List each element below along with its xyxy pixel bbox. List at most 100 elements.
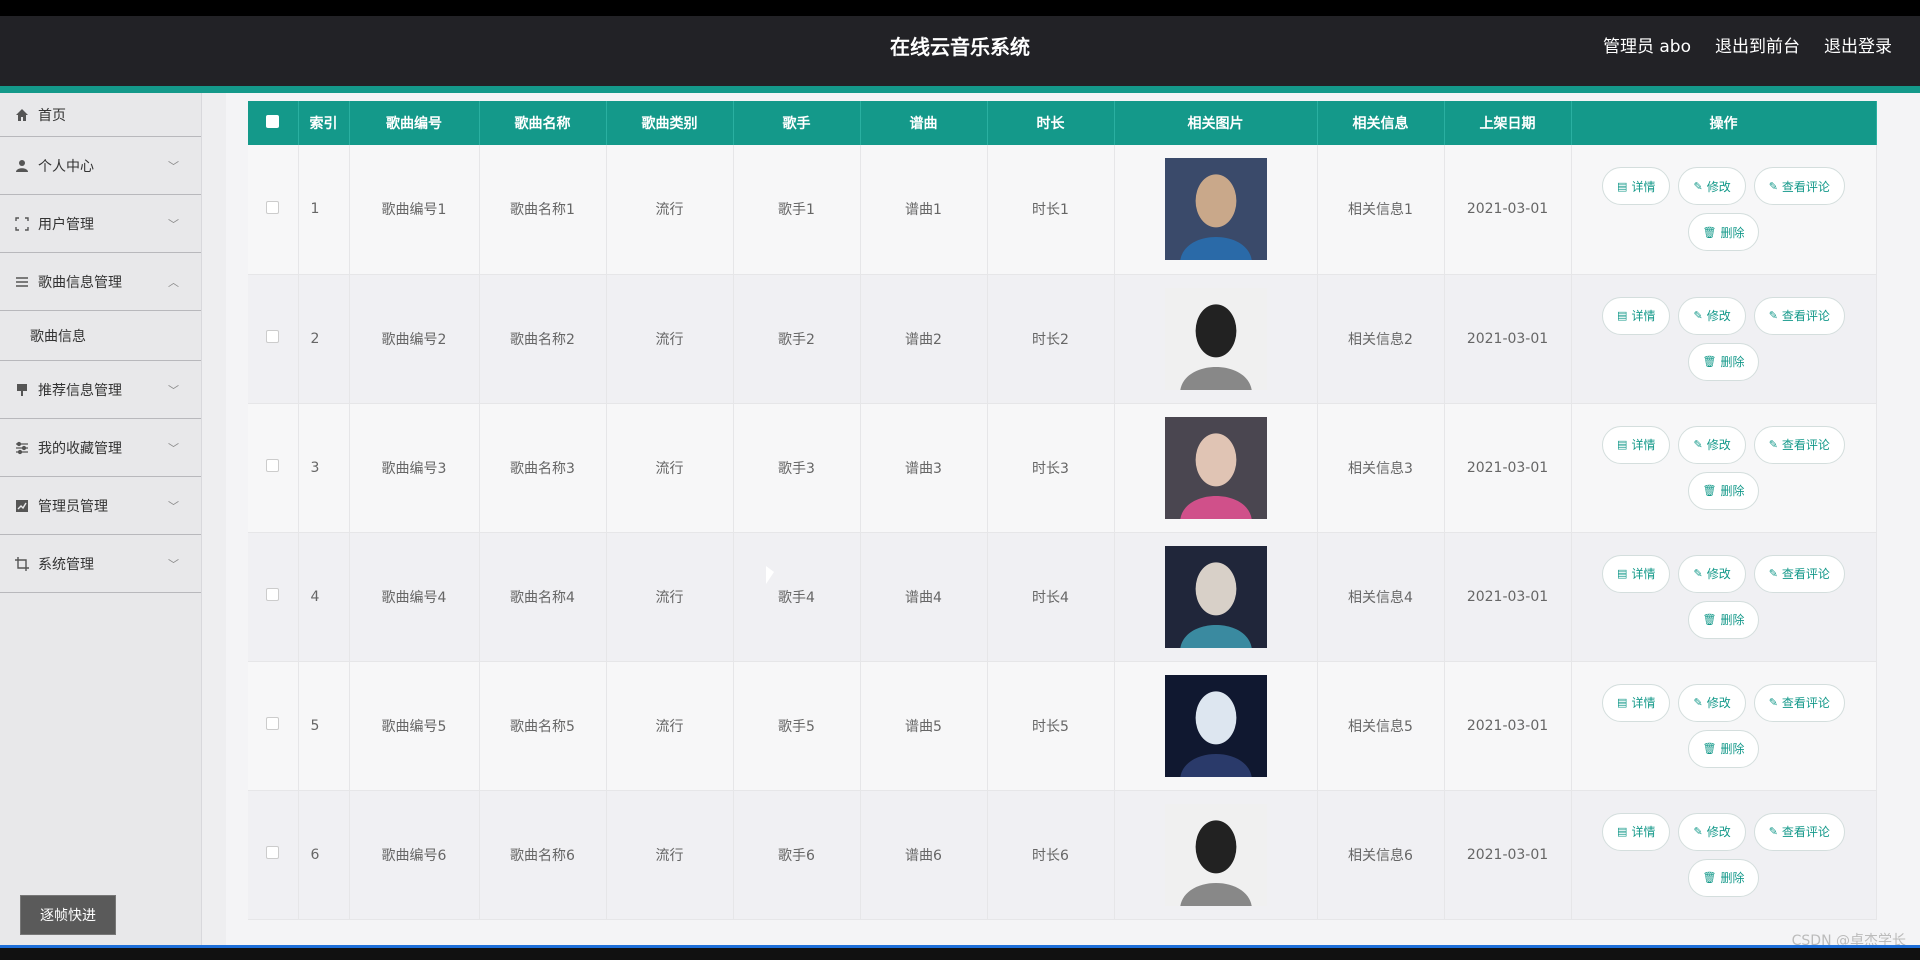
detail-button[interactable]: ▤ 详情 [1602, 554, 1671, 593]
trash-icon: 🗑 [1702, 484, 1717, 497]
pencil-icon: ✎ [1693, 696, 1703, 709]
cell-image [1114, 403, 1318, 533]
bottom-bar [0, 945, 1920, 960]
edit-button[interactable]: ✎ 修改 [1678, 425, 1746, 464]
edit-button[interactable]: ✎ 修改 [1678, 812, 1746, 851]
edit-button[interactable]: ✎ 修改 [1678, 167, 1746, 206]
detail-button[interactable]: ▤ 详情 [1602, 296, 1671, 335]
header-actions: 管理员 abo 退出到前台 退出登录 [1603, 16, 1892, 88]
cell-index: 4 [298, 532, 350, 662]
document-icon: ▤ [1617, 567, 1628, 580]
detail-button[interactable]: ▤ 详情 [1602, 167, 1671, 206]
pencil-icon: ✎ [1768, 696, 1778, 709]
row-checkbox[interactable] [248, 145, 299, 275]
pencil-icon: ✎ [1768, 825, 1778, 838]
song-thumbnail[interactable] [1164, 158, 1267, 261]
cell-song-code: 歌曲编号5 [349, 661, 480, 791]
pencil-icon: ✎ [1768, 309, 1778, 322]
sidebar-item-favorites[interactable]: 我的收藏管理 ﹀ [0, 419, 201, 477]
song-thumbnail[interactable] [1164, 545, 1267, 648]
cell-index: 1 [298, 145, 350, 275]
thumb-icon [14, 382, 30, 398]
sliders-icon [14, 440, 30, 456]
cell-date: 2021-03-01 [1444, 145, 1572, 275]
trash-icon: 🗑 [1702, 742, 1717, 755]
cell-image [1114, 661, 1318, 791]
frame-forward-button[interactable]: 逐帧快进 [20, 895, 116, 935]
edit-button[interactable]: ✎ 修改 [1678, 683, 1746, 722]
row-checkbox[interactable] [248, 790, 299, 920]
cell-song-type: 流行 [606, 145, 734, 275]
sidebar-item-home[interactable]: 首页 [0, 93, 201, 137]
delete-button[interactable]: 🗑 删除 [1687, 471, 1760, 510]
delete-button[interactable]: 🗑 删除 [1687, 729, 1760, 768]
cell-date: 2021-03-01 [1444, 274, 1572, 404]
view-comments-button[interactable]: ✎ 查看评论 [1753, 683, 1845, 722]
delete-button[interactable]: 🗑 删除 [1687, 213, 1760, 252]
detail-button[interactable]: ▤ 详情 [1602, 683, 1671, 722]
cell-date: 2021-03-01 [1444, 403, 1572, 533]
delete-button[interactable]: 🗑 删除 [1687, 858, 1760, 897]
view-comments-button[interactable]: ✎ 查看评论 [1753, 425, 1845, 464]
sidebar: 首页 个人中心 ﹀ 用户管理 ﹀ 歌曲信息管理 ︿ 歌曲信息 推荐信息管理 ﹀ … [0, 93, 202, 945]
column-header: 相关图片 [1114, 101, 1318, 145]
header: 在线云音乐系统 管理员 abo 退出到前台 退出登录 [0, 16, 1920, 88]
cell-duration: 时长2 [987, 274, 1115, 404]
edit-button[interactable]: ✎ 修改 [1678, 554, 1746, 593]
cell-song-name: 歌曲名称6 [479, 790, 607, 920]
exit-to-front-link[interactable]: 退出到前台 [1715, 16, 1800, 88]
chevron-down-icon: ﹀ [168, 557, 179, 571]
cell-composer: 谱曲2 [860, 274, 988, 404]
sidebar-item-songs[interactable]: 歌曲信息管理 ︿ [0, 253, 201, 311]
table-row: 2 歌曲编号2 歌曲名称2 流行 歌手2 谱曲2 时长2 相关信息2 2021-03-01 ▤ 详情… [248, 274, 1877, 404]
sidebar-item-recommend[interactable]: 推荐信息管理 ﹀ [0, 361, 201, 419]
cell-song-code: 歌曲编号4 [349, 532, 480, 662]
song-thumbnail[interactable] [1164, 287, 1267, 390]
row-checkbox[interactable] [248, 274, 299, 404]
song-thumbnail[interactable] [1164, 674, 1267, 777]
cell-index: 3 [298, 403, 350, 533]
cell-duration: 时长1 [987, 145, 1115, 275]
table-row: 6 歌曲编号6 歌曲名称6 流行 歌手6 谱曲6 时长6 相关信息6 2021-03-01 ▤ 详情… [248, 790, 1877, 920]
view-comments-button[interactable]: ✎ 查看评论 [1753, 812, 1845, 851]
cell-song-name: 歌曲名称1 [479, 145, 607, 275]
accent-bar [0, 86, 1920, 93]
song-thumbnail[interactable] [1164, 803, 1267, 906]
view-comments-button[interactable]: ✎ 查看评论 [1753, 296, 1845, 335]
delete-button[interactable]: 🗑 删除 [1687, 600, 1760, 639]
sidebar-item-users[interactable]: 用户管理 ﹀ [0, 195, 201, 253]
column-header: 时长 [987, 101, 1115, 145]
admin-user-label: 管理员 abo [1602, 37, 1691, 57]
column-header: 歌曲名称 [479, 101, 607, 145]
logout-link[interactable]: 退出登录 [1824, 16, 1892, 88]
cell-image [1114, 274, 1318, 404]
cell-info: 相关信息5 [1317, 661, 1445, 791]
cell-singer: 歌手1 [733, 145, 861, 275]
view-comments-button[interactable]: ✎ 查看评论 [1753, 554, 1845, 593]
detail-button[interactable]: ▤ 详情 [1602, 812, 1671, 851]
document-icon: ▤ [1617, 309, 1628, 322]
sidebar-item-admins[interactable]: 管理员管理 ﹀ [0, 477, 201, 535]
column-header: 歌曲类别 [606, 101, 734, 145]
cell-singer: 歌手3 [733, 403, 861, 533]
cell-song-type: 流行 [606, 661, 734, 791]
table-header-row: 索引 歌曲编号 歌曲名称 歌曲类别 歌手 谱曲 时长 相关图片 相关信息 上架日… [248, 101, 1877, 145]
sidebar-subitem-song-info[interactable]: 歌曲信息 [0, 311, 201, 361]
edit-button[interactable]: ✎ 修改 [1678, 296, 1746, 335]
column-header: 索引 [298, 101, 350, 145]
song-thumbnail[interactable] [1164, 416, 1267, 519]
row-checkbox[interactable] [248, 661, 299, 791]
detail-button[interactable]: ▤ 详情 [1602, 425, 1671, 464]
list-icon [14, 274, 30, 290]
row-checkbox[interactable] [248, 403, 299, 533]
pencil-icon: ✎ [1693, 825, 1703, 838]
sidebar-item-system[interactable]: 系统管理 ﹀ [0, 535, 201, 593]
cell-song-type: 流行 [606, 532, 734, 662]
sidebar-item-profile[interactable]: 个人中心 ﹀ [0, 137, 201, 195]
row-checkbox[interactable] [248, 532, 299, 662]
delete-button[interactable]: 🗑 删除 [1687, 342, 1760, 381]
cell-singer: 歌手4 [733, 532, 861, 662]
select-all-checkbox[interactable] [248, 101, 299, 145]
view-comments-button[interactable]: ✎ 查看评论 [1753, 167, 1845, 206]
cell-song-name: 歌曲名称4 [479, 532, 607, 662]
